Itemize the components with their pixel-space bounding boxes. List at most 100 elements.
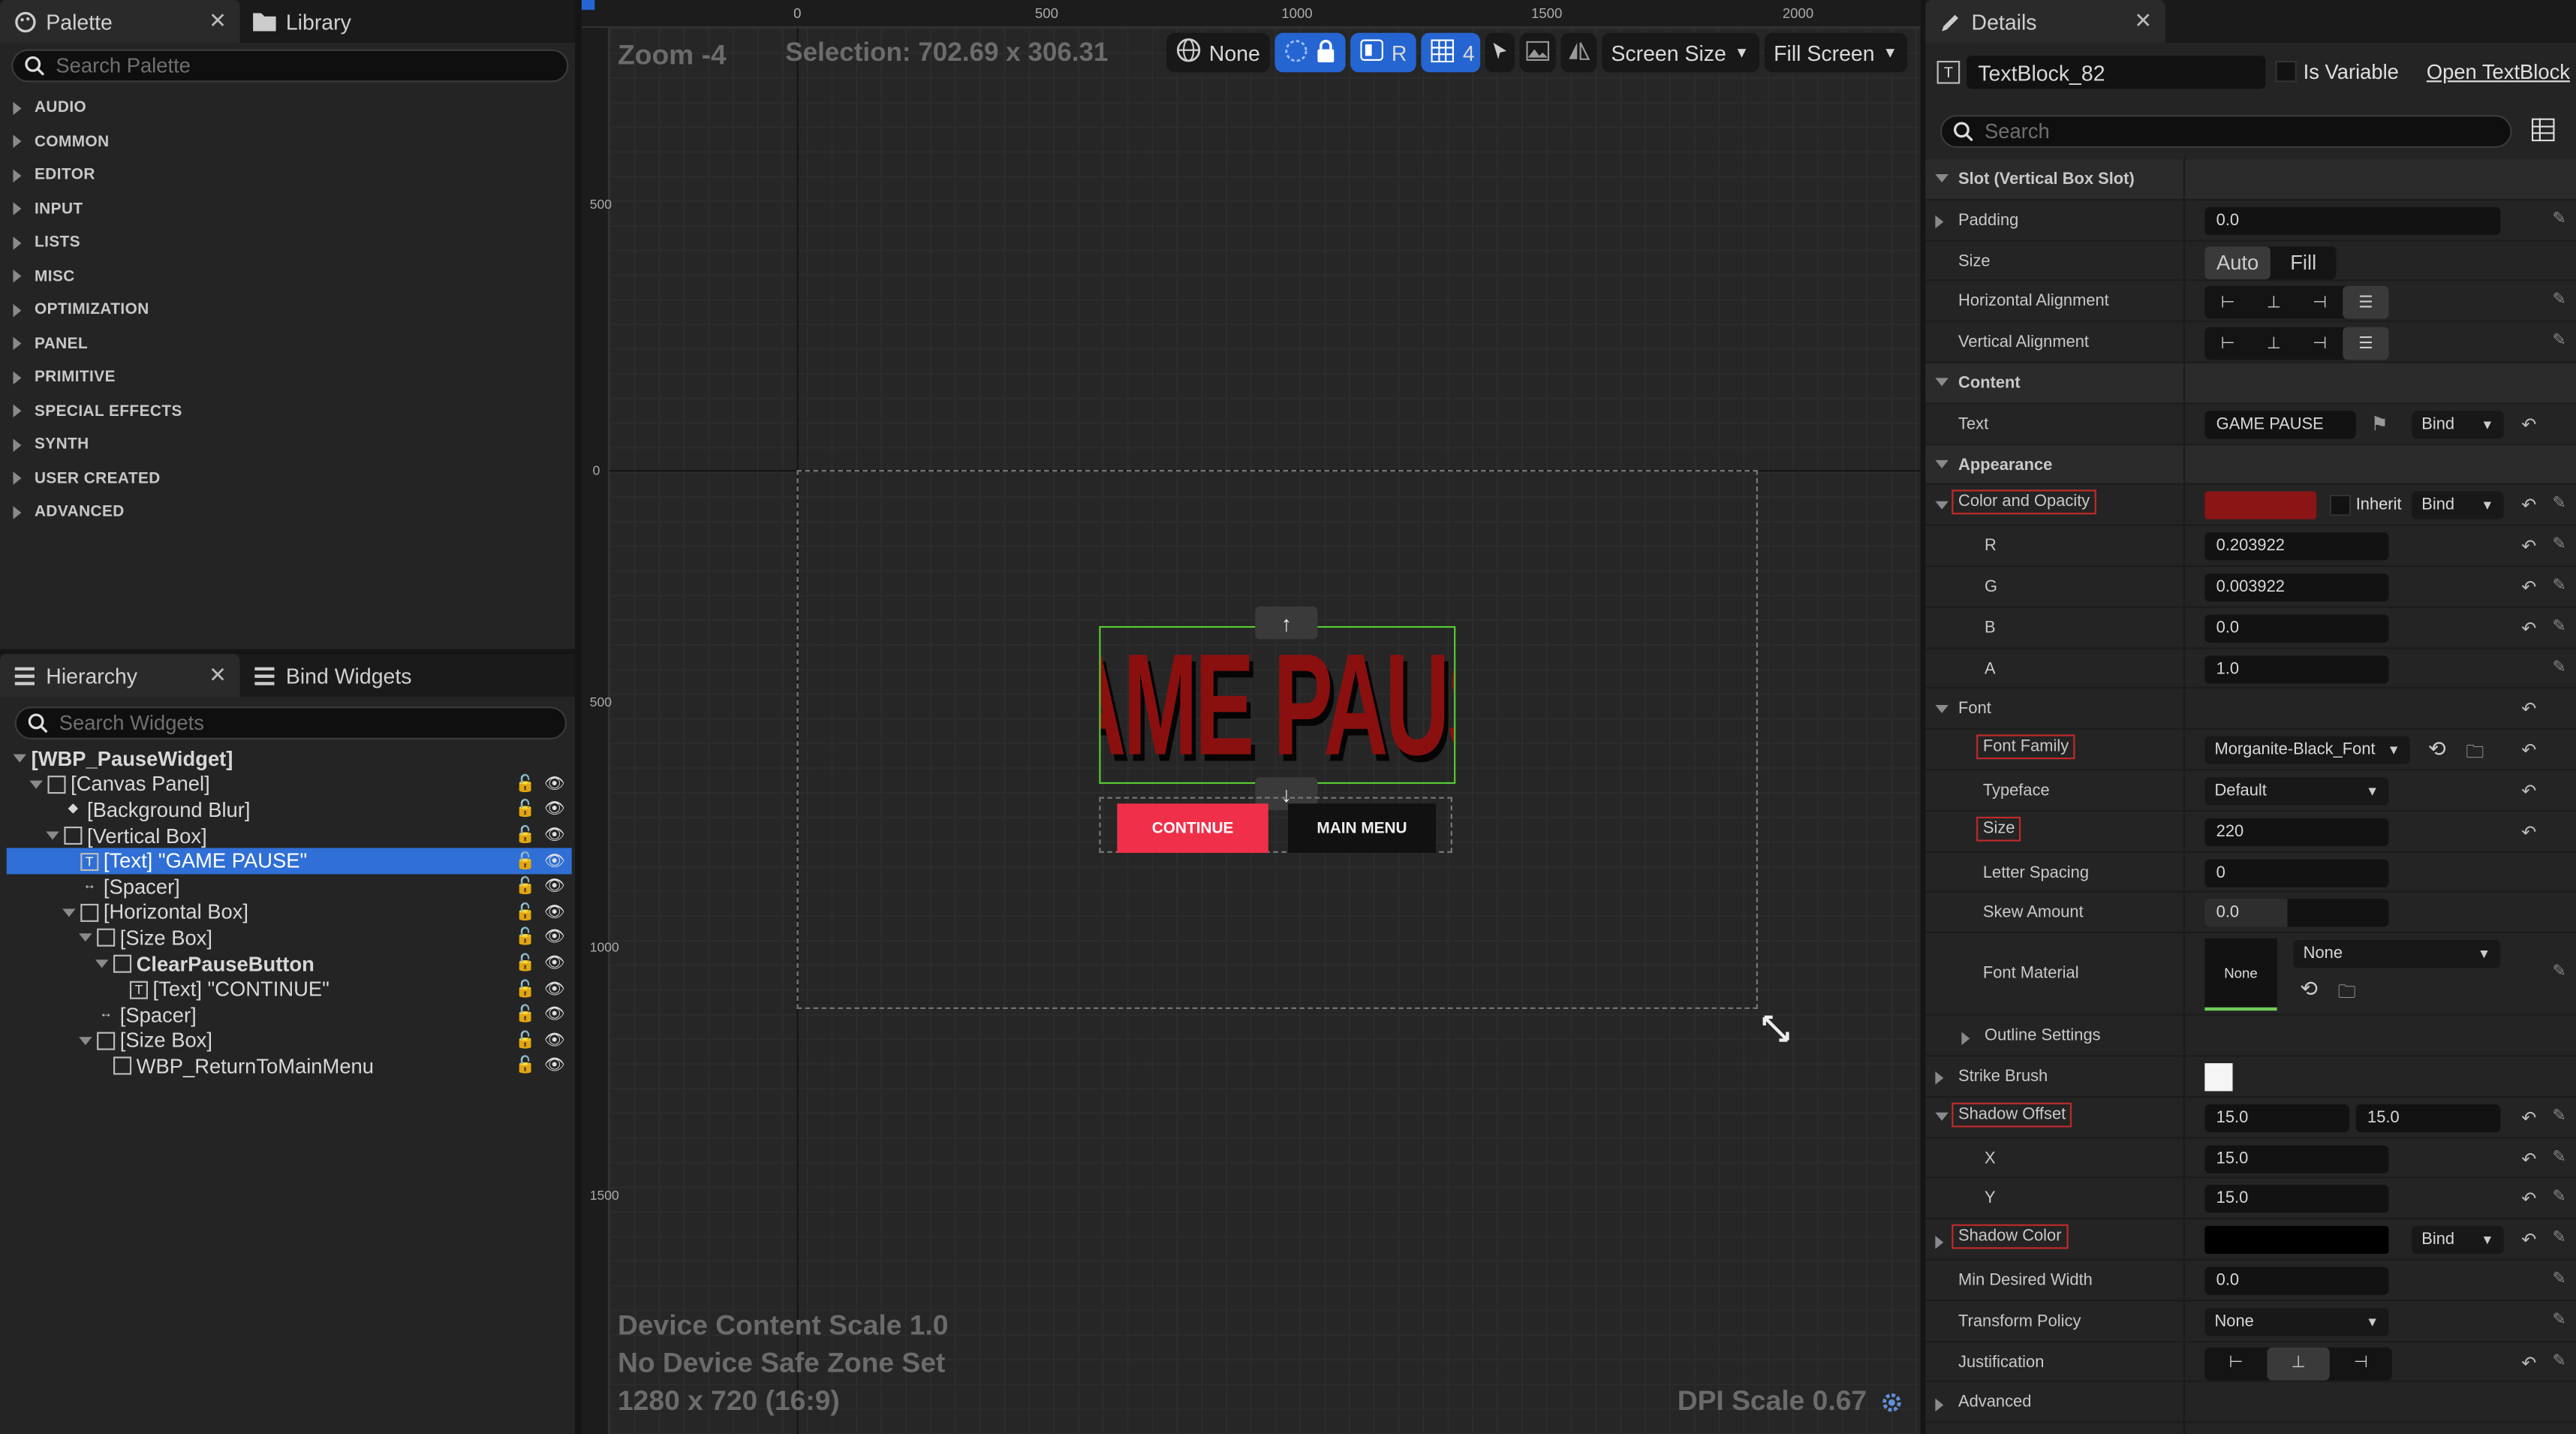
- material-thumbnail[interactable]: None: [2204, 938, 2277, 1011]
- tab-palette[interactable]: Palette ✕: [0, 0, 240, 43]
- property-value-field[interactable]: 0.0: [2204, 206, 2501, 235]
- tab-bind-widgets[interactable]: Bind Widgets: [240, 654, 425, 697]
- collapse-arrow-icon[interactable]: [46, 831, 59, 840]
- hierarchy-item[interactable]: T [Text] "CONTINUE" 🔓 👁: [7, 977, 572, 1002]
- eye-icon[interactable]: 👁: [544, 1032, 565, 1050]
- collapse-arrow-icon[interactable]: [1935, 704, 1949, 713]
- size-rule-option[interactable]: Auto: [2204, 246, 2271, 279]
- palette-category[interactable]: AUDIO: [13, 98, 87, 116]
- property-value-field[interactable]: 0.0: [2204, 614, 2389, 643]
- browse-icon[interactable]: 🗀: [2338, 978, 2356, 1010]
- main-menu-button[interactable]: MAIN MENU: [1288, 803, 1436, 853]
- hierarchy-item[interactable]: [Canvas Panel] 🔓 👁: [7, 772, 572, 797]
- pin-icon[interactable]: ✎: [2553, 1351, 2566, 1369]
- pin-icon[interactable]: ✎: [2553, 1107, 2566, 1125]
- eye-icon[interactable]: 👁: [544, 1006, 565, 1024]
- palette-category[interactable]: COMMON: [13, 132, 110, 150]
- palette-category[interactable]: EDITOR: [13, 166, 95, 184]
- use-selected-icon[interactable]: ⟲: [2428, 737, 2446, 763]
- use-selected-icon[interactable]: ⟲: [2300, 977, 2318, 1003]
- pin-icon[interactable]: ✎: [2553, 1188, 2566, 1207]
- hierarchy-item[interactable]: [Size Box] 🔓 👁: [7, 926, 572, 951]
- respect-locks-button[interactable]: R: [1350, 32, 1417, 73]
- lock-icon[interactable]: 🔓: [515, 827, 535, 845]
- palette-category[interactable]: LISTS: [13, 233, 81, 252]
- inherit-checkbox[interactable]: [2329, 495, 2352, 517]
- hierarchy-item[interactable]: ClearPauseButton 🔓 👁: [7, 951, 572, 977]
- bind-dropdown[interactable]: Bind ▼: [2412, 410, 2504, 438]
- size-rule-toggle[interactable]: Auto Fill: [2204, 246, 2337, 279]
- tab-library[interactable]: Library: [240, 0, 365, 43]
- eye-icon[interactable]: 👁: [544, 852, 565, 870]
- expand-arrow-icon[interactable]: [1961, 1031, 1970, 1045]
- open-textblock-link[interactable]: Open TextBlock: [2427, 61, 2570, 84]
- alignment-option[interactable]: ⊢: [2204, 327, 2250, 360]
- pin-icon[interactable]: ✎: [2553, 210, 2566, 228]
- expand-arrow-icon[interactable]: [1935, 1398, 1944, 1411]
- palette-search-input[interactable]: [56, 54, 546, 77]
- reset-icon[interactable]: ↶: [2521, 496, 2536, 517]
- reset-icon[interactable]: ↶: [2521, 781, 2536, 802]
- lock-icon[interactable]: 🔓: [515, 852, 535, 870]
- cursor-mode-button[interactable]: [1484, 32, 1515, 73]
- palette-category[interactable]: SYNTH: [13, 435, 89, 453]
- palette-category[interactable]: PANEL: [13, 334, 89, 352]
- property-matrix-button[interactable]: [2531, 118, 2555, 150]
- reset-icon[interactable]: ↶: [2521, 536, 2536, 557]
- lock-icon[interactable]: 🔓: [515, 929, 535, 947]
- collapse-arrow-icon[interactable]: [1935, 378, 1949, 387]
- alignment-option[interactable]: ☰: [2343, 327, 2389, 360]
- property-dropdown[interactable]: None ▼: [2204, 1307, 2389, 1336]
- is-variable-checkbox[interactable]: [2275, 60, 2297, 83]
- pin-icon[interactable]: ✎: [2553, 1311, 2566, 1329]
- property-dropdown[interactable]: Default ▼: [2204, 777, 2389, 806]
- reset-icon[interactable]: ↶: [2521, 1230, 2536, 1251]
- shadow-color-swatch[interactable]: [2204, 1226, 2389, 1255]
- pin-icon[interactable]: ✎: [2553, 618, 2566, 636]
- bind-dropdown[interactable]: Bind ▼: [2412, 492, 2504, 520]
- alignment-option[interactable]: ⊥: [2251, 287, 2297, 320]
- flag-icon[interactable]: ⚑: [2370, 412, 2388, 435]
- reset-icon[interactable]: ↶: [2521, 1188, 2536, 1210]
- hierarchy-item[interactable]: [Vertical Box] 🔓 👁: [7, 823, 572, 848]
- palette-category[interactable]: SPECIAL EFFECTS: [13, 402, 182, 420]
- grid-snap-button[interactable]: 4: [1422, 32, 1480, 73]
- lock-icon[interactable]: 🔓: [515, 1032, 535, 1050]
- continue-button[interactable]: CONTINUE: [1117, 803, 1268, 853]
- alignment-option[interactable]: ⊥: [2251, 327, 2297, 360]
- lock-icon[interactable]: 🔓: [515, 776, 535, 794]
- reset-icon[interactable]: ↶: [2521, 1351, 2536, 1373]
- fill-screen-dropdown[interactable]: Fill Screen ▼: [1763, 32, 1908, 73]
- lock-icon[interactable]: 🔓: [515, 1006, 535, 1024]
- property-dropdown[interactable]: Morganite-Black_Font ▼: [2204, 736, 2410, 765]
- hierarchy-search-input[interactable]: [59, 711, 544, 735]
- pin-icon[interactable]: ✎: [2553, 291, 2566, 309]
- designer-viewport[interactable]: 0 500 1000 1500 2000 500 0 500 1000 1500…: [581, 0, 1921, 1434]
- reset-icon[interactable]: ↶: [2521, 699, 2536, 720]
- palette-category[interactable]: MISC: [13, 267, 75, 285]
- property-value-field[interactable]: 0.003922: [2204, 573, 2389, 602]
- lock-icon[interactable]: 🔓: [515, 981, 535, 999]
- eye-icon[interactable]: 👁: [544, 903, 565, 921]
- eye-icon[interactable]: 👁: [544, 827, 565, 845]
- expand-arrow-icon[interactable]: [1935, 215, 1944, 229]
- tab-hierarchy[interactable]: Hierarchy ✕: [0, 654, 240, 697]
- reset-icon[interactable]: ↶: [2521, 618, 2536, 639]
- property-value-field[interactable]: 15.0: [2204, 1144, 2389, 1173]
- palette-category[interactable]: PRIMITIVE: [13, 368, 116, 386]
- eye-icon[interactable]: 👁: [544, 981, 565, 999]
- expand-arrow-icon[interactable]: [1935, 1235, 1944, 1249]
- alignment-option[interactable]: ⊣: [2297, 287, 2343, 320]
- bind-dropdown[interactable]: Bind ▼: [2412, 1226, 2504, 1255]
- collapse-arrow-icon[interactable]: [29, 780, 43, 789]
- hierarchy-item[interactable]: [WBP_PauseWidget]: [7, 746, 572, 772]
- pin-icon[interactable]: ✎: [2553, 963, 2566, 981]
- lock-icon[interactable]: 🔓: [515, 801, 535, 819]
- lock-icon[interactable]: 🔓: [515, 878, 535, 896]
- alignment-option[interactable]: ⊢: [2204, 287, 2250, 320]
- collapse-arrow-icon[interactable]: [95, 960, 109, 969]
- pin-icon[interactable]: ✎: [2553, 1148, 2566, 1166]
- alignment-option[interactable]: ⊢: [2204, 1347, 2267, 1380]
- hierarchy-item[interactable]: T [Text] "GAME PAUSE" 🔓 👁: [6, 848, 572, 875]
- pin-icon[interactable]: ✎: [2553, 536, 2566, 554]
